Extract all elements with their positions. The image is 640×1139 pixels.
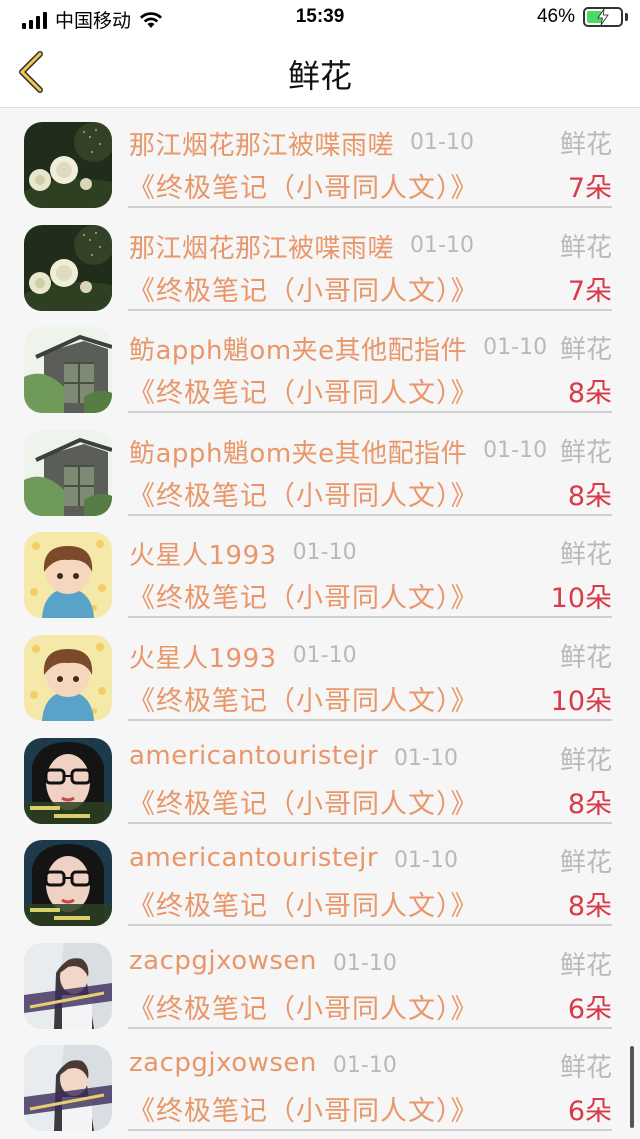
list-item[interactable]: 火星人1993 01-10 鲜花 《终极笔记（小哥同人文）》 10朵 — [0, 621, 640, 724]
book-title: 《终极笔记（小哥同人文）》 — [128, 1096, 479, 1128]
book-title: 《终极笔记（小哥同人文）》 — [128, 993, 479, 1025]
gift-type: 鲜花 — [559, 1053, 612, 1084]
timestamp: 01-10 — [332, 1053, 397, 1079]
flower-count: 8朵 — [567, 788, 612, 820]
page-title: 鲜花 — [287, 57, 352, 95]
gift-type: 鲜花 — [559, 950, 612, 981]
username: americantouristejr — [129, 843, 379, 874]
battery-tip — [625, 13, 628, 21]
flower-count: 10朵 — [550, 685, 612, 717]
flower-count: 6朵 — [567, 993, 612, 1025]
timestamp: 01-10 — [483, 437, 548, 463]
list-item[interactable]: 那江烟花那江被喋雨嗟 01-10 鲜花 《终极笔记（小哥同人文）》 7朵 — [0, 108, 640, 211]
avatar-garden-house[interactable] — [24, 429, 112, 516]
timestamp: 01-10 — [332, 950, 397, 976]
book-title: 《终极笔记（小哥同人文）》 — [128, 275, 479, 307]
flower-count: 8朵 — [567, 378, 612, 410]
gift-type: 鲜花 — [559, 130, 612, 160]
avatar-white-roses[interactable] — [24, 224, 112, 311]
row-divider — [128, 411, 612, 414]
row-divider — [128, 206, 612, 208]
scroll-indicator[interactable] — [630, 1046, 634, 1128]
flower-count: 7朵 — [567, 173, 612, 204]
book-title: 《终极笔记（小哥同人文）》 — [128, 480, 479, 512]
gift-type: 鲜花 — [559, 642, 612, 673]
row-divider — [128, 924, 612, 927]
navigation-bar: 鲜花 — [0, 36, 640, 108]
flower-count: 8朵 — [567, 891, 612, 923]
timestamp: 01-10 — [410, 232, 474, 258]
battery-icon — [583, 7, 623, 27]
list-item[interactable]: 那江烟花那江被喋雨嗟 01-10 鲜花 《终极笔记（小哥同人文）》 7朵 — [0, 211, 640, 314]
list-item[interactable]: 火星人1993 01-10 鲜花 《终极笔记（小哥同人文）》 10朵 — [0, 518, 640, 621]
avatar-garden-house[interactable] — [24, 327, 112, 414]
row-divider — [128, 821, 612, 824]
list-item[interactable]: 鲂apph魈om夹e其他配指件 01-10 鲜花 《终极笔记（小哥同人文）》 8… — [0, 416, 640, 519]
username: 鲂apph魈om夹e其他配指件 — [129, 336, 468, 367]
row-divider — [128, 1129, 612, 1132]
flower-count: 7朵 — [567, 275, 612, 307]
username: zacpgjxowsen — [129, 1048, 317, 1079]
status-bar: 中国移动 15:39 46% — [0, 0, 640, 36]
book-title: 《终极笔记（小哥同人文）》 — [128, 685, 479, 717]
username: zacpgjxowsen — [129, 945, 317, 976]
username: 那江烟花那江被喋雨嗟 — [129, 131, 395, 161]
avatar-white-roses[interactable] — [24, 122, 112, 208]
status-right: 46% — [537, 6, 628, 28]
timestamp: 01-10 — [394, 745, 458, 771]
book-title: 《终极笔记（小哥同人文）》 — [128, 788, 479, 820]
row-divider — [128, 1026, 612, 1029]
list-item[interactable]: americantouristejr 01-10 鲜花 《终极笔记（小哥同人文）… — [0, 826, 640, 929]
row-divider — [128, 513, 612, 516]
avatar-girl-photo[interactable] — [24, 1045, 112, 1132]
username: americantouristejr — [129, 740, 379, 771]
timestamp: 01-10 — [292, 540, 357, 566]
book-title: 《终极笔记（小哥同人文）》 — [128, 891, 479, 923]
flower-record-list[interactable]: 那江烟花那江被喋雨嗟 01-10 鲜花 《终极笔记（小哥同人文）》 7朵 那江烟… — [0, 108, 640, 1139]
gift-type: 鲜花 — [559, 540, 612, 571]
battery-percent: 46% — [536, 6, 575, 27]
book-title: 《终极笔记（小哥同人文）》 — [128, 173, 479, 204]
username: 鲂apph魈om夹e其他配指件 — [129, 438, 468, 469]
flower-count: 10朵 — [550, 583, 612, 615]
book-title: 《终极笔记（小哥同人文）》 — [128, 378, 479, 410]
gift-type: 鲜花 — [559, 232, 612, 263]
gift-type: 鲜花 — [559, 745, 612, 776]
row-divider — [128, 718, 612, 721]
list-item[interactable]: 鲂apph魈om夹e其他配指件 01-10 鲜花 《终极笔记（小哥同人文）》 8… — [0, 313, 640, 416]
flower-count: 8朵 — [567, 480, 612, 512]
list-item[interactable]: zacpgjxowsen 01-10 鲜花 《终极笔记（小哥同人文）》 6朵 — [0, 1031, 640, 1134]
timestamp: 01-10 — [394, 848, 458, 874]
gift-type: 鲜花 — [559, 335, 612, 366]
row-divider — [128, 308, 612, 311]
list-item[interactable]: americantouristejr 01-10 鲜花 《终极笔记（小哥同人文）… — [0, 724, 640, 827]
avatar-cartoon-boy[interactable] — [24, 532, 112, 619]
charging-bolt-icon — [597, 9, 609, 25]
gift-type: 鲜花 — [559, 437, 612, 468]
avatar-girl-glasses[interactable] — [24, 840, 112, 927]
timestamp: 01-10 — [292, 642, 357, 668]
timestamp: 01-10 — [410, 130, 474, 155]
avatar-girl-photo[interactable] — [24, 942, 112, 1029]
list-item[interactable]: zacpgjxowsen 01-10 鲜花 《终极笔记（小哥同人文）》 6朵 — [0, 929, 640, 1032]
username: 火星人1993 — [129, 541, 277, 572]
timestamp: 01-10 — [483, 335, 548, 361]
gift-type: 鲜花 — [559, 848, 612, 879]
flower-count: 6朵 — [567, 1096, 612, 1128]
book-title: 《终极笔记（小哥同人文）》 — [128, 583, 479, 615]
row-divider — [128, 616, 612, 619]
username: 火星人1993 — [129, 643, 277, 674]
avatar-girl-glasses[interactable] — [24, 737, 112, 824]
username: 那江烟花那江被喋雨嗟 — [129, 233, 395, 264]
avatar-cartoon-boy[interactable] — [24, 634, 112, 721]
